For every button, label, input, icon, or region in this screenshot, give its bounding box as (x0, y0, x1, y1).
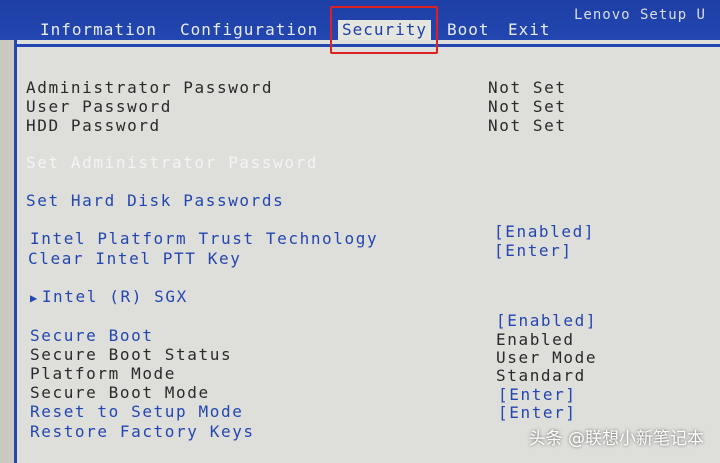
clear-ptt-key-item[interactable]: Clear Intel PTT Key (28, 249, 241, 268)
brand-title: Lenovo Setup U (573, 7, 706, 23)
reset-setup-mode-value[interactable]: [Enter] (498, 385, 577, 404)
tab-exit[interactable]: Exit (504, 20, 555, 40)
set-hdd-passwords-item[interactable]: Set Hard Disk Passwords (26, 191, 284, 210)
platform-mode-value: User Mode (496, 348, 598, 367)
secure-boot-status-value: Enabled (496, 330, 575, 349)
secure-boot-item[interactable]: Secure Boot (30, 326, 154, 345)
watermark: 头条 @联想小新笔记本 (528, 429, 704, 449)
tab-information[interactable]: Information (36, 20, 161, 40)
secure-boot-mode-value: Standard (496, 366, 586, 385)
hdd-password-label: HDD Password (26, 116, 161, 135)
restore-factory-keys-value[interactable]: [Enter] (498, 403, 577, 422)
intel-ptt-value[interactable]: [Enabled] (494, 222, 595, 241)
tab-boot[interactable]: Boot (443, 20, 494, 40)
clear-ptt-key-value[interactable]: [Enter] (494, 241, 573, 260)
admin-password-value: Not Set (488, 78, 567, 97)
secure-boot-status-label: Secure Boot Status (30, 345, 233, 364)
secure-boot-mode-label: Secure Boot Mode (30, 383, 210, 402)
platform-mode-label: Platform Mode (30, 364, 177, 383)
submenu-arrow-icon: ▶ (30, 291, 39, 305)
secure-boot-value[interactable]: [Enabled] (496, 311, 597, 330)
security-tab-highlight (330, 6, 438, 54)
tab-configuration[interactable]: Configuration (176, 20, 322, 40)
intel-ptt-item[interactable]: Intel Platform Trust Technology (30, 229, 378, 248)
restore-factory-keys-item[interactable]: Restore Factory Keys (30, 422, 255, 441)
intel-sgx-item[interactable]: ▶ Intel (R) SGX (30, 287, 188, 306)
reset-setup-mode-item[interactable]: Reset to Setup Mode (30, 402, 243, 421)
user-password-value: Not Set (488, 97, 567, 116)
intel-sgx-label: Intel (R) SGX (41, 287, 188, 306)
set-admin-password-item[interactable]: Set Administrator Password (26, 153, 318, 172)
hdd-password-value: Not Set (488, 116, 567, 135)
user-password-label: User Password (26, 97, 173, 116)
admin-password-label: Administrator Password (26, 78, 274, 97)
